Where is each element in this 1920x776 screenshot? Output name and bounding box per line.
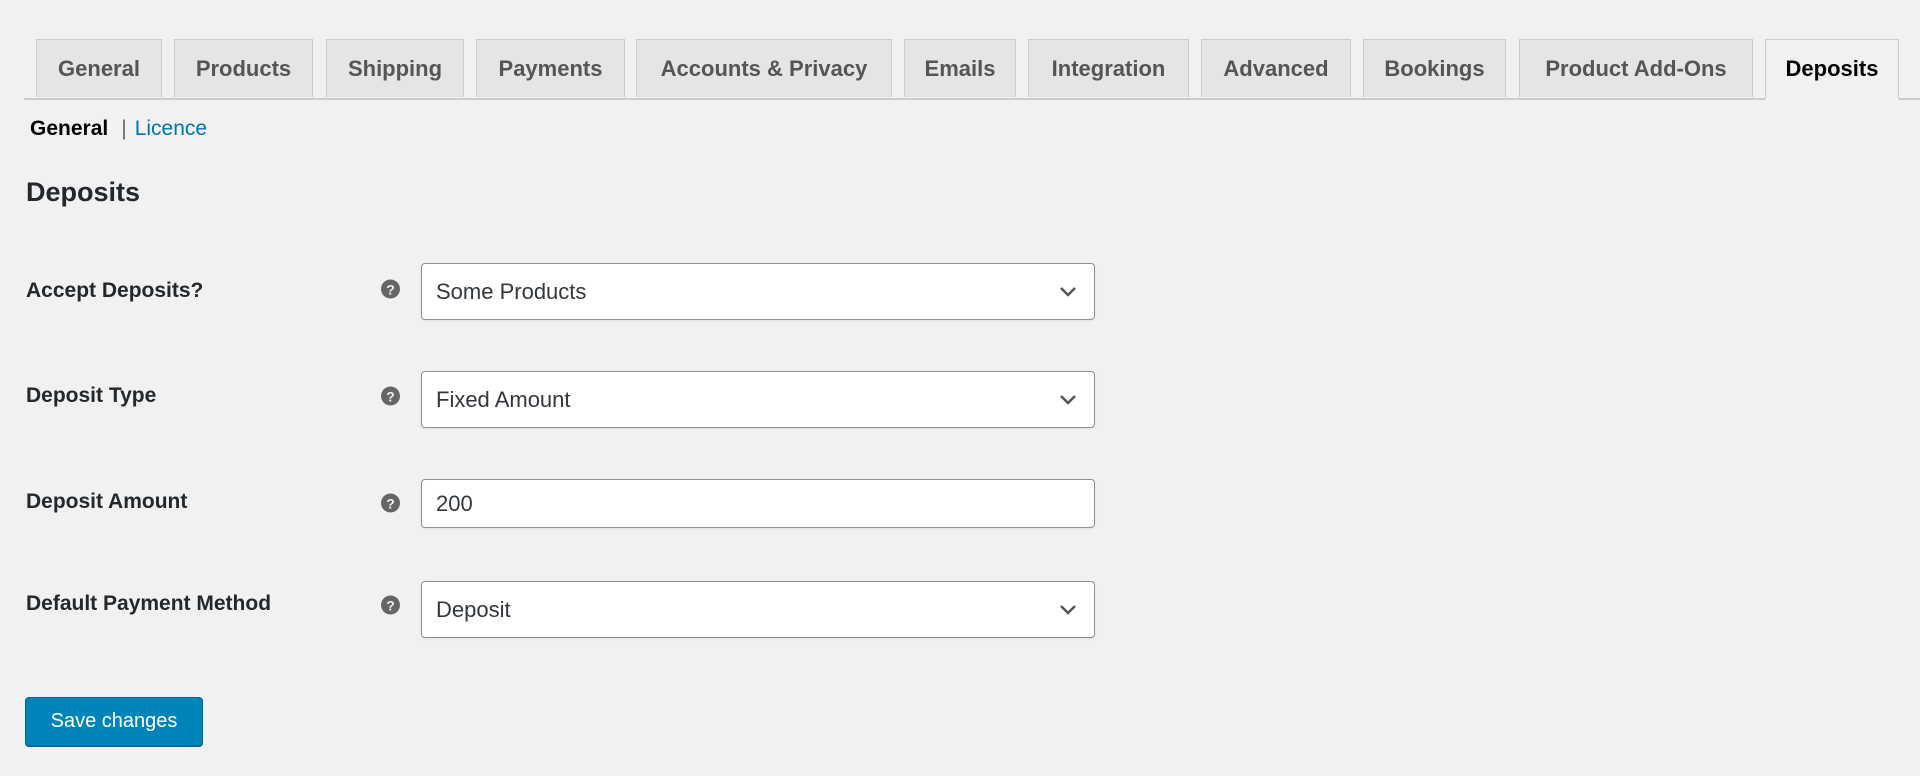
- subnav-licence-link[interactable]: Licence: [135, 117, 207, 141]
- deposit-type-select[interactable]: Fixed Amount: [421, 371, 1095, 428]
- tab-deposits[interactable]: Deposits: [1765, 39, 1899, 100]
- tab-payments[interactable]: Payments: [476, 39, 625, 97]
- question-circle-icon[interactable]: ?: [381, 279, 400, 299]
- deposit-amount-label: Deposit Amount: [26, 490, 188, 513]
- subnav-separator: |: [121, 117, 127, 140]
- chevron-down-icon: [1054, 596, 1082, 624]
- chevron-down-icon: [1054, 386, 1082, 414]
- deposit-type-value: Fixed Amount: [436, 386, 571, 412]
- question-circle-icon[interactable]: ?: [381, 386, 400, 406]
- deposit-amount-input[interactable]: 200: [421, 479, 1095, 528]
- accept-deposits-label: Accept Deposits?: [26, 279, 204, 302]
- sub-navigation: General | Licence: [30, 117, 207, 141]
- accept-deposits-value: Some Products: [436, 278, 587, 304]
- deposit-type-label: Deposit Type: [26, 384, 157, 407]
- woocommerce-settings-page: General Products Shipping Payments Accou…: [0, 0, 1920, 776]
- accept-deposits-select[interactable]: Some Products: [421, 263, 1095, 320]
- default-payment-method-label: Default Payment Method: [26, 592, 272, 615]
- deposit-amount-value: 200: [436, 490, 473, 516]
- tab-general[interactable]: General: [36, 39, 162, 97]
- question-circle-icon[interactable]: ?: [381, 493, 400, 513]
- tab-accounts-privacy[interactable]: Accounts & Privacy: [636, 39, 892, 97]
- subnav-general[interactable]: General: [30, 117, 108, 141]
- tab-products[interactable]: Products: [174, 39, 313, 97]
- default-payment-method-value: Deposit: [436, 596, 511, 622]
- tab-product-add-ons[interactable]: Product Add-Ons: [1519, 39, 1753, 97]
- tab-emails[interactable]: Emails: [904, 39, 1016, 97]
- tab-bookings[interactable]: Bookings: [1363, 39, 1506, 97]
- settings-tabs: General Products Shipping Payments Accou…: [24, 39, 1920, 100]
- tab-shipping[interactable]: Shipping: [326, 39, 464, 97]
- tab-integration[interactable]: Integration: [1028, 39, 1189, 97]
- default-payment-method-select[interactable]: Deposit: [421, 581, 1095, 638]
- question-circle-icon[interactable]: ?: [381, 595, 400, 615]
- chevron-down-icon: [1054, 278, 1082, 306]
- tab-advanced[interactable]: Advanced: [1201, 39, 1351, 97]
- save-changes-button[interactable]: Save changes: [25, 697, 203, 746]
- section-title: Deposits: [26, 177, 141, 207]
